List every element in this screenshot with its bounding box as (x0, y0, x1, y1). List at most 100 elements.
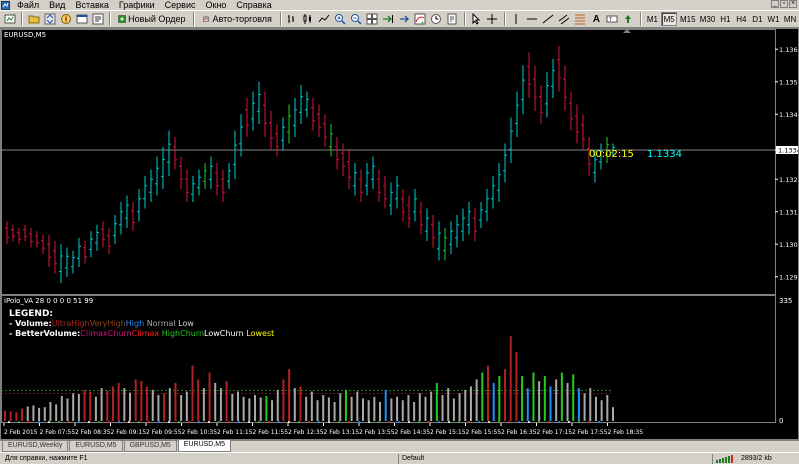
volume-marker (198, 421, 200, 423)
status-profile: Default (398, 454, 427, 464)
indicators-icon[interactable]: + (413, 12, 428, 27)
volume-marker (8, 421, 10, 423)
tab-eurusd-weekly[interactable]: EURUSD,Weekly (2, 441, 69, 452)
cursor-icon[interactable] (469, 12, 484, 27)
text-label-icon[interactable]: T (605, 12, 620, 27)
autotrading-button[interactable]: Авто-торговля (198, 12, 275, 27)
autoscroll-icon[interactable] (397, 12, 412, 27)
zoom-out-icon[interactable] (349, 12, 364, 27)
timeframe-h1[interactable]: H1 (718, 12, 733, 26)
connection-bars-icon (716, 455, 733, 463)
volume-marker (118, 421, 120, 423)
line-chart-icon[interactable] (317, 12, 332, 27)
toolbar: + Новый Ордер Авто-торговля + A T M1 M5 … (0, 10, 799, 28)
strategy-tester-icon[interactable] (90, 12, 105, 27)
candlestick-icon[interactable] (301, 12, 316, 27)
price-chart[interactable]: 1.1365 1.1355 1.1345 1.1334 1.1325 1.1315 1.13… (1, 29, 798, 439)
bar-countdown: 00:02:15 (589, 149, 634, 160)
minimize-icon[interactable]: _ (771, 0, 779, 8)
legend-bettervolume-item-3: LowChurn (204, 329, 244, 338)
time-axis-label: 2 Feb 14:35 (395, 429, 431, 436)
volume-marker (78, 421, 80, 423)
indicator-header: iPolo_VA 28 0 0 0 0 51 99 (4, 297, 94, 305)
volume-marker (358, 421, 360, 423)
volume-marker (538, 421, 540, 423)
volume-marker (88, 421, 90, 423)
legend-volume-item-1: VeryHigh (89, 319, 126, 328)
tab-eurusd-m5[interactable]: EURUSD,M5 (69, 441, 123, 452)
volume-marker (188, 421, 190, 423)
vertical-line-icon[interactable] (509, 12, 524, 27)
volume-marker (448, 421, 450, 423)
channel-icon[interactable] (557, 12, 572, 27)
volume-marker (158, 421, 160, 423)
new-chart-icon[interactable]: + (2, 12, 17, 27)
terminal-icon[interactable] (74, 12, 89, 27)
menu-tools[interactable]: Сервис (160, 0, 201, 10)
new-order-button[interactable]: Новый Ордер (114, 12, 189, 27)
time-axis-label: 2 Feb 18:35 (608, 429, 644, 436)
navigator-icon[interactable] (58, 12, 73, 27)
volume-marker (218, 421, 220, 423)
timeframe-mn[interactable]: MN (782, 12, 798, 26)
legend-volume-item-0: UltraHigh (51, 319, 90, 328)
volume-marker (98, 421, 100, 423)
bar-chart-icon[interactable] (285, 12, 300, 27)
app-logo-icon (0, 0, 10, 10)
timeframe-h4[interactable]: H4 (734, 12, 749, 26)
fibonacci-icon[interactable] (573, 12, 588, 27)
volume-marker (68, 421, 70, 423)
menu-charts[interactable]: Графики (114, 0, 160, 10)
legend-title: LEGEND: (9, 309, 54, 319)
tab-eurusd-m5-active[interactable]: EURUSD,M5 (177, 440, 232, 452)
close-icon[interactable]: × (789, 0, 797, 8)
timeframe-m5[interactable]: M5 (660, 12, 678, 26)
timeframe-m30[interactable]: M30 (698, 12, 717, 26)
menu-help[interactable]: Справка (231, 0, 276, 10)
volume-marker (338, 421, 340, 423)
profiles-icon[interactable] (26, 12, 41, 27)
templates-icon[interactable] (445, 12, 460, 27)
time-axis-label: 2 Feb 08:35 (75, 429, 111, 436)
timeframe-m1[interactable]: M1 (645, 12, 660, 26)
periods-icon[interactable] (429, 12, 444, 27)
legend-bettervolume-item-1: Climax (131, 329, 160, 338)
volume-marker (58, 421, 60, 423)
menu-file[interactable]: Файл (12, 0, 44, 10)
menu-window[interactable]: Окно (201, 0, 232, 10)
status-bar: Для справки, нажмите F1 Default 2893/2 k… (0, 452, 799, 464)
menu-view[interactable]: Вид (44, 0, 70, 10)
menu-insert[interactable]: Вставка (70, 0, 113, 10)
zoom-in-icon[interactable] (333, 12, 348, 27)
restore-icon[interactable]: ▫ (780, 0, 788, 8)
volume-marker (378, 421, 380, 423)
volume-marker (368, 421, 370, 423)
chart-shift-icon[interactable] (381, 12, 396, 27)
time-axis-label: 2 Feb 15:55 (466, 429, 502, 436)
timeframe-d1[interactable]: D1 (750, 12, 765, 26)
volume-marker (248, 421, 250, 423)
arrows-icon[interactable] (621, 12, 636, 27)
timeframe-m15[interactable]: M15 (678, 12, 697, 26)
current-price-text: 1.1334 (647, 149, 682, 160)
volume-marker (578, 421, 580, 423)
horizontal-line-icon[interactable] (525, 12, 540, 27)
market-watch-icon[interactable] (42, 12, 57, 27)
volume-marker (438, 421, 440, 423)
volume-marker (258, 421, 260, 423)
crosshair-icon[interactable] (485, 12, 500, 27)
volume-marker (318, 421, 320, 423)
tab-gbpusd-m5[interactable]: GBPUSD,M5 (123, 441, 177, 452)
trendline-icon[interactable] (541, 12, 556, 27)
main-plot-frame (1, 29, 776, 295)
volume-marker (508, 421, 510, 423)
time-axis-label: 2 Feb 16:35 (501, 429, 537, 436)
chart-window[interactable]: 1.1365 1.1355 1.1345 1.1334 1.1325 1.1315 1.13… (0, 28, 799, 440)
volume-marker (298, 421, 300, 423)
volume-marker (488, 421, 490, 423)
new-order-label: Новый Ордер (128, 14, 186, 24)
legend-volume-item-2: High (125, 319, 145, 328)
text-tool-icon[interactable]: A (589, 12, 604, 27)
timeframe-w1[interactable]: W1 (766, 12, 781, 26)
tile-windows-icon[interactable] (365, 12, 380, 27)
